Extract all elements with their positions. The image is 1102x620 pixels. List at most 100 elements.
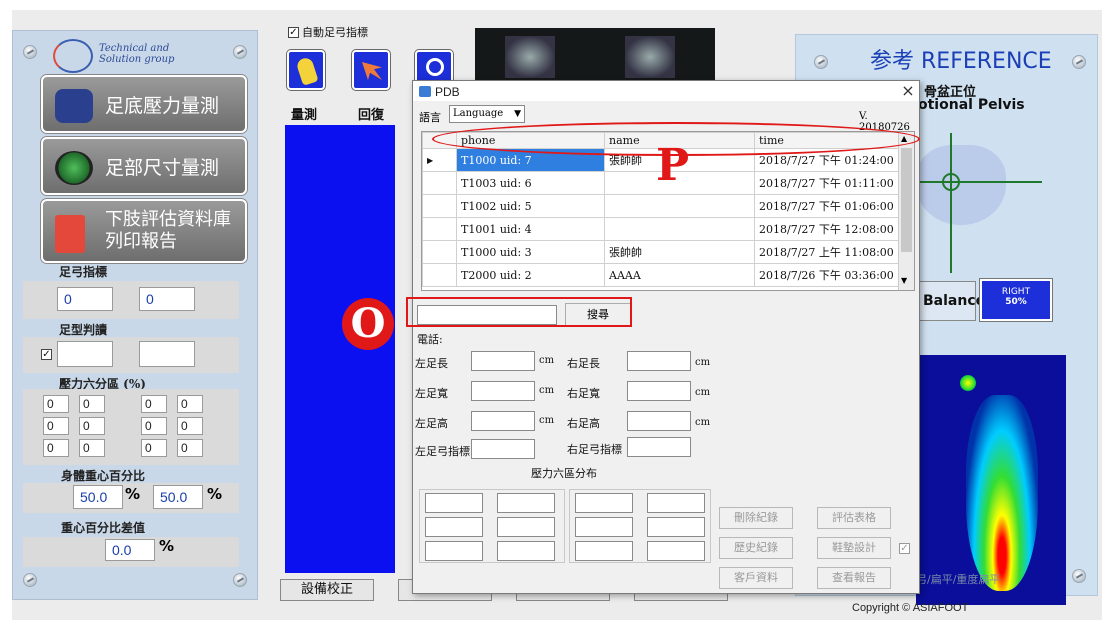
percent-sign: %: [207, 485, 223, 503]
cog-right-field[interactable]: 50.0: [153, 485, 203, 509]
history-button[interactable]: 歷史紀錄: [719, 537, 793, 559]
undo-arrow-icon: [362, 62, 382, 80]
right-arch-index-field[interactable]: [627, 437, 691, 457]
name-cell[interactable]: [604, 194, 755, 218]
pressure-zone-field[interactable]: 0: [43, 395, 69, 413]
pressure-zone-field[interactable]: [425, 517, 483, 537]
heatmap-spot: [960, 375, 976, 391]
insole-design-button[interactable]: 鞋墊設計: [817, 537, 891, 559]
table-row[interactable]: T1001 uid: 4 2018/7/27 下午 12:08:00: [422, 217, 899, 241]
foot-type-left-field[interactable]: [57, 341, 113, 367]
phone-cell[interactable]: T1002 uid: 5: [456, 194, 605, 218]
phone-cell[interactable]: T2000 uid: 2: [456, 263, 605, 287]
view-report-button[interactable]: 查看報告: [817, 567, 891, 589]
phone-cell[interactable]: T1003 uid: 6: [456, 171, 605, 195]
heatmap-foot: [966, 395, 1038, 591]
foot-type-right-field[interactable]: [139, 341, 195, 367]
left-length-label: 左足長: [415, 357, 448, 370]
insole-design-checkbox[interactable]: ✓: [899, 543, 910, 554]
time-cell[interactable]: 2018/7/27 上午 11:08:00: [754, 240, 899, 264]
pressure-zone-field[interactable]: 0: [79, 439, 105, 457]
scroll-thumb[interactable]: [901, 148, 912, 252]
right-width-field[interactable]: [627, 381, 691, 401]
pressure-zone-field[interactable]: 0: [177, 439, 203, 457]
cm-unit: cm: [695, 387, 711, 398]
table-row[interactable]: T1002 uid: 5 2018/7/27 下午 01:06:00: [422, 194, 899, 218]
pressure-zone-field[interactable]: 0: [43, 417, 69, 435]
cm-unit: cm: [539, 355, 555, 366]
arch-left-field[interactable]: 0: [57, 287, 113, 311]
pressure-zone-field[interactable]: 0: [177, 395, 203, 413]
phone-cell[interactable]: T1000 uid: 3: [456, 240, 605, 264]
logo-text: Technical and Solution group: [99, 43, 175, 65]
name-cell[interactable]: 張帥帥: [604, 240, 755, 264]
measure-button[interactable]: [287, 50, 325, 90]
report-database-button[interactable]: 下肢評估資料庫 列印報告: [41, 199, 247, 263]
pressure-distribution-label: 壓力六區分布: [531, 467, 597, 480]
pressure-zone-field[interactable]: [425, 541, 483, 561]
name-cell[interactable]: [604, 217, 755, 241]
right-balance-indicator: RIGHT 50%: [980, 279, 1052, 321]
time-cell[interactable]: 2018/7/27 下午 01:06:00: [754, 194, 899, 218]
language-select[interactable]: Language ▼: [449, 105, 525, 123]
time-cell[interactable]: 2018/7/27 下午 12:08:00: [754, 217, 899, 241]
pressure-zone-field[interactable]: [425, 493, 483, 513]
dropdown-arrow-icon: ▼: [514, 109, 521, 119]
foot-type-checkbox[interactable]: ✓: [41, 349, 52, 360]
pressure-zone-field[interactable]: [575, 493, 633, 513]
pressure-zone-field[interactable]: 0: [141, 439, 167, 457]
right-arch-index-label: 右足弓指標: [567, 443, 622, 456]
auto-arch-checkbox[interactable]: ✓: [288, 27, 299, 38]
pressure-zone-field[interactable]: [497, 493, 555, 513]
customer-data-button[interactable]: 客戶資料: [719, 567, 793, 589]
plantar-pressure-button[interactable]: 足底壓力量測: [41, 75, 247, 133]
delete-record-button[interactable]: 刪除紀錄: [719, 507, 793, 529]
right-length-field[interactable]: [627, 351, 691, 371]
pelvis-subtitle: otional Pelvis: [918, 97, 1025, 113]
left-height-label: 左足高: [415, 417, 448, 430]
screw-icon: [1072, 55, 1086, 69]
left-length-field[interactable]: [471, 351, 535, 371]
cog-left-field[interactable]: 50.0: [73, 485, 123, 509]
table-scrollbar[interactable]: ▲ ▼: [898, 132, 914, 290]
phone-label: 電話:: [417, 333, 443, 346]
cog-diff-field[interactable]: 0.0: [105, 539, 155, 561]
left-arch-index-field[interactable]: [471, 439, 535, 459]
screw-icon: [23, 45, 37, 59]
pressure-zone-field[interactable]: [497, 517, 555, 537]
pressure-view: [285, 125, 395, 573]
pressure-zone-field[interactable]: [647, 517, 705, 537]
pressure-zone-field[interactable]: 0: [43, 439, 69, 457]
foot-size-button[interactable]: 足部尺寸量測: [41, 137, 247, 195]
left-height-field[interactable]: [471, 411, 535, 431]
pressure-zone-field[interactable]: 0: [177, 417, 203, 435]
table-row[interactable]: T1000 uid: 3 張帥帥 2018/7/27 上午 11:08:00: [422, 240, 899, 264]
pressure-zone-field[interactable]: [647, 541, 705, 561]
pressure-zone-field[interactable]: [575, 517, 633, 537]
measure-label: 量測: [291, 108, 318, 123]
pressure-zone-field[interactable]: [647, 493, 705, 513]
pressure-zone-field[interactable]: [497, 541, 555, 561]
pressure-zone-field[interactable]: 0: [79, 417, 105, 435]
time-cell[interactable]: 2018/7/27 下午 01:11:00: [754, 171, 899, 195]
table-row[interactable]: T2000 uid: 2 AAAA 2018/7/26 下午 03:36:00: [422, 263, 899, 287]
close-button[interactable]: ×: [897, 81, 919, 101]
phone-cell[interactable]: T1001 uid: 4: [456, 217, 605, 241]
evaluation-form-button[interactable]: 評估表格: [817, 507, 891, 529]
balance-target-icon: [942, 173, 960, 191]
cog-diff-label: 重心百分比差值: [61, 521, 146, 535]
arch-right-field[interactable]: 0: [139, 287, 195, 311]
dialog-titlebar: [413, 81, 919, 101]
calibrate-button[interactable]: 設備校正: [280, 579, 374, 601]
name-cell[interactable]: AAAA: [604, 263, 755, 287]
pressure-zone-field[interactable]: 0: [141, 395, 167, 413]
pressure-zone-field[interactable]: 0: [79, 395, 105, 413]
pressure-zone-field[interactable]: 0: [141, 417, 167, 435]
replay-button[interactable]: [352, 50, 390, 90]
right-height-field[interactable]: [627, 411, 691, 431]
cm-unit: cm: [695, 417, 711, 428]
left-width-field[interactable]: [471, 381, 535, 401]
scroll-down-icon[interactable]: ▼: [901, 276, 907, 285]
time-cell[interactable]: 2018/7/26 下午 03:36:00: [754, 263, 899, 287]
pressure-zone-field[interactable]: [575, 541, 633, 561]
